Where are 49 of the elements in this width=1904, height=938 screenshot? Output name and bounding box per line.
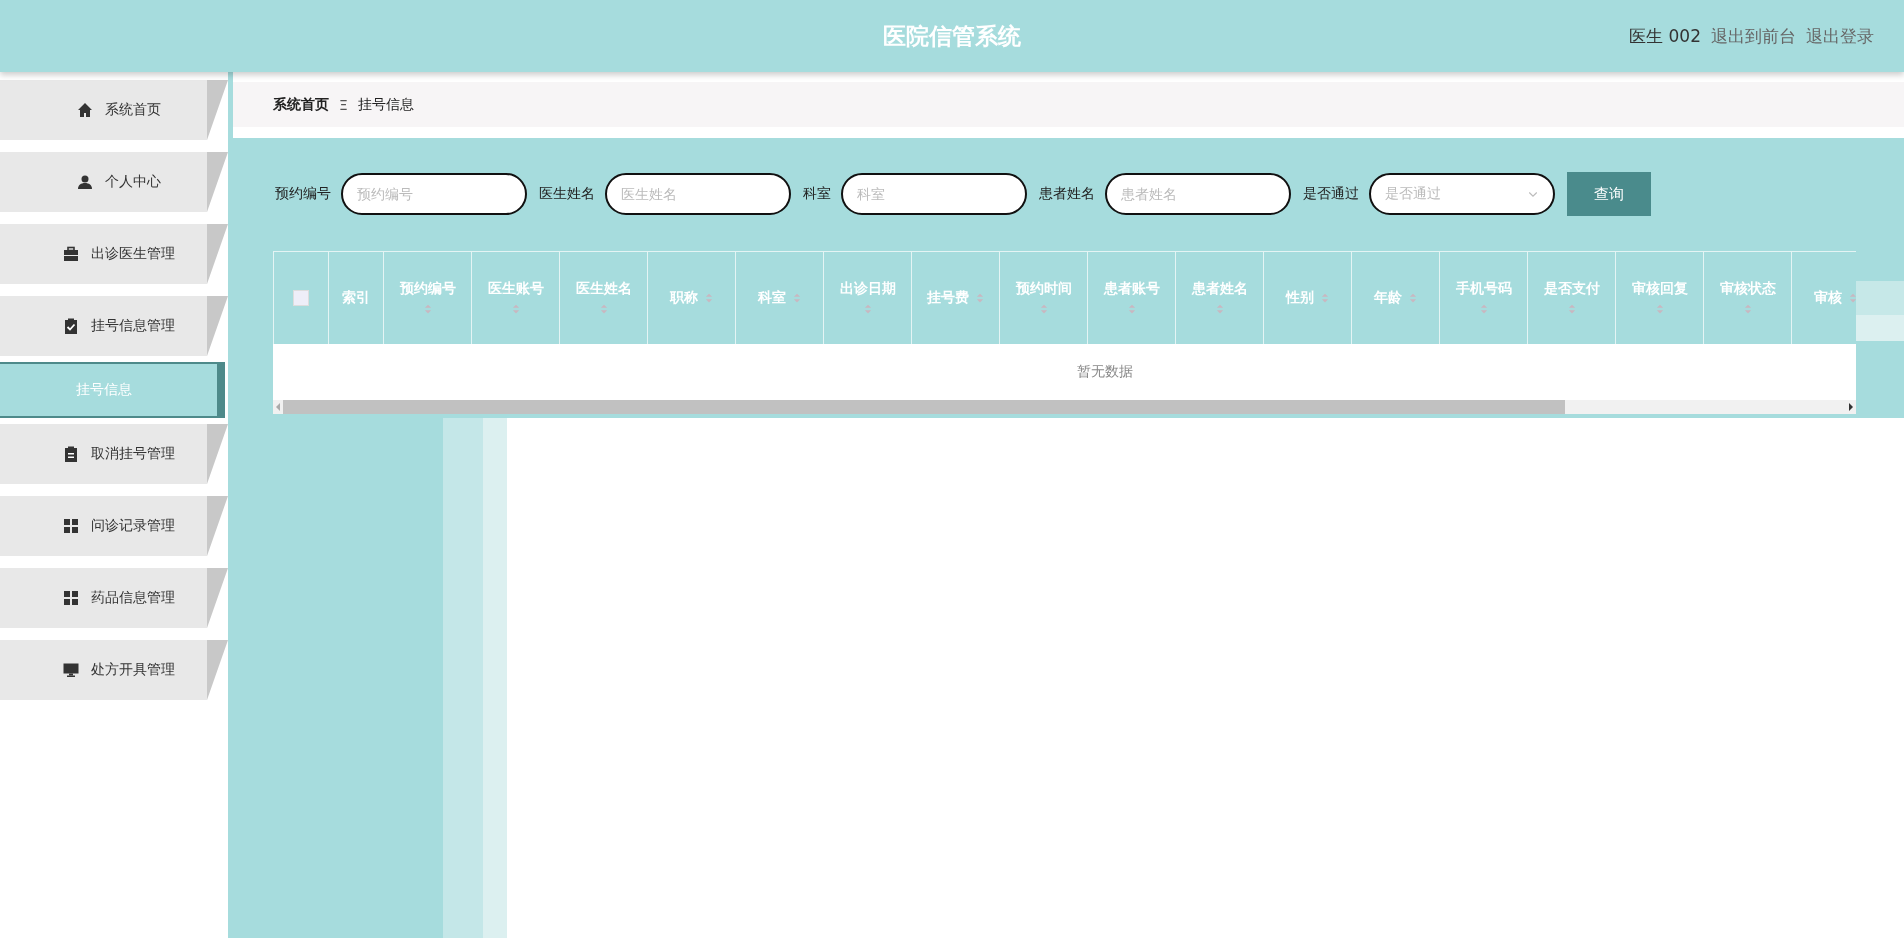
grid-icon (62, 518, 79, 534)
search-field[interactable]: 医生姓名 (605, 173, 791, 215)
header-link[interactable]: 退出到前台 (1711, 24, 1796, 48)
field-label: 科室 (803, 185, 831, 203)
column-header[interactable]: 医生姓名 (559, 252, 647, 344)
column-header[interactable]: 手机号码 (1439, 252, 1527, 344)
column-header[interactable]: 出诊日期 (823, 252, 911, 344)
column-header[interactable]: 审核状态 (1703, 252, 1791, 344)
user-name: 医生 002 (1629, 24, 1701, 48)
column-header[interactable]: 患者姓名 (1175, 252, 1263, 344)
column-header[interactable]: 患者账号 (1087, 252, 1175, 344)
select-field[interactable]: 是否通过 (1369, 173, 1555, 215)
horizontal-scrollbar[interactable] (273, 400, 1856, 414)
empty-message: 暂无数据 (1075, 363, 1133, 381)
breadcrumb-link[interactable]: 挂号信息 (357, 95, 414, 114)
briefcase-icon (62, 246, 79, 262)
home-icon (76, 102, 93, 118)
grid-icon (62, 590, 79, 606)
column-header[interactable]: 医生账号 (471, 252, 559, 344)
field-label: 是否通过 (1303, 185, 1359, 203)
scroll-right-icon[interactable] (1849, 403, 1853, 411)
search-field[interactable]: 预约编号 (341, 173, 527, 215)
breadcrumb-separator: Ξ (339, 96, 348, 113)
person-icon (76, 174, 93, 190)
column-header[interactable]: 年龄 (1351, 252, 1439, 344)
clipboard-check-icon (62, 318, 79, 334)
field-label: 预约编号 (275, 185, 331, 203)
app-title: 医院信管系统 (883, 21, 1021, 51)
column-header[interactable]: 是否支付 (1527, 252, 1615, 344)
column-header[interactable]: 职称 (647, 252, 735, 344)
column-header[interactable]: 索引 (328, 252, 383, 344)
search-button[interactable]: 查询 (1567, 172, 1651, 216)
monitor-icon (62, 662, 79, 678)
column-header[interactable]: 挂号费 (911, 252, 999, 344)
scrollbar-thumb[interactable] (283, 400, 1565, 414)
column-header[interactable]: 性别 (1263, 252, 1351, 344)
clipboard-icon (62, 446, 79, 462)
field-label: 患者姓名 (1039, 185, 1095, 203)
column-header[interactable]: 预约编号 (383, 252, 471, 344)
column-header[interactable]: 审核回复 (1615, 252, 1703, 344)
breadcrumb-link[interactable]: 系统首页 (273, 95, 329, 114)
search-field[interactable]: 患者姓名 (1105, 173, 1291, 215)
select-all-checkbox[interactable] (293, 290, 309, 306)
search-field[interactable]: 科室 (841, 173, 1027, 215)
column-header[interactable]: 预约时间 (999, 252, 1087, 344)
column-header[interactable]: 科室 (735, 252, 823, 344)
header-link[interactable]: 退出登录 (1806, 24, 1874, 48)
field-label: 医生姓名 (539, 185, 595, 203)
submenu-item[interactable]: 挂号信息 (0, 362, 225, 418)
